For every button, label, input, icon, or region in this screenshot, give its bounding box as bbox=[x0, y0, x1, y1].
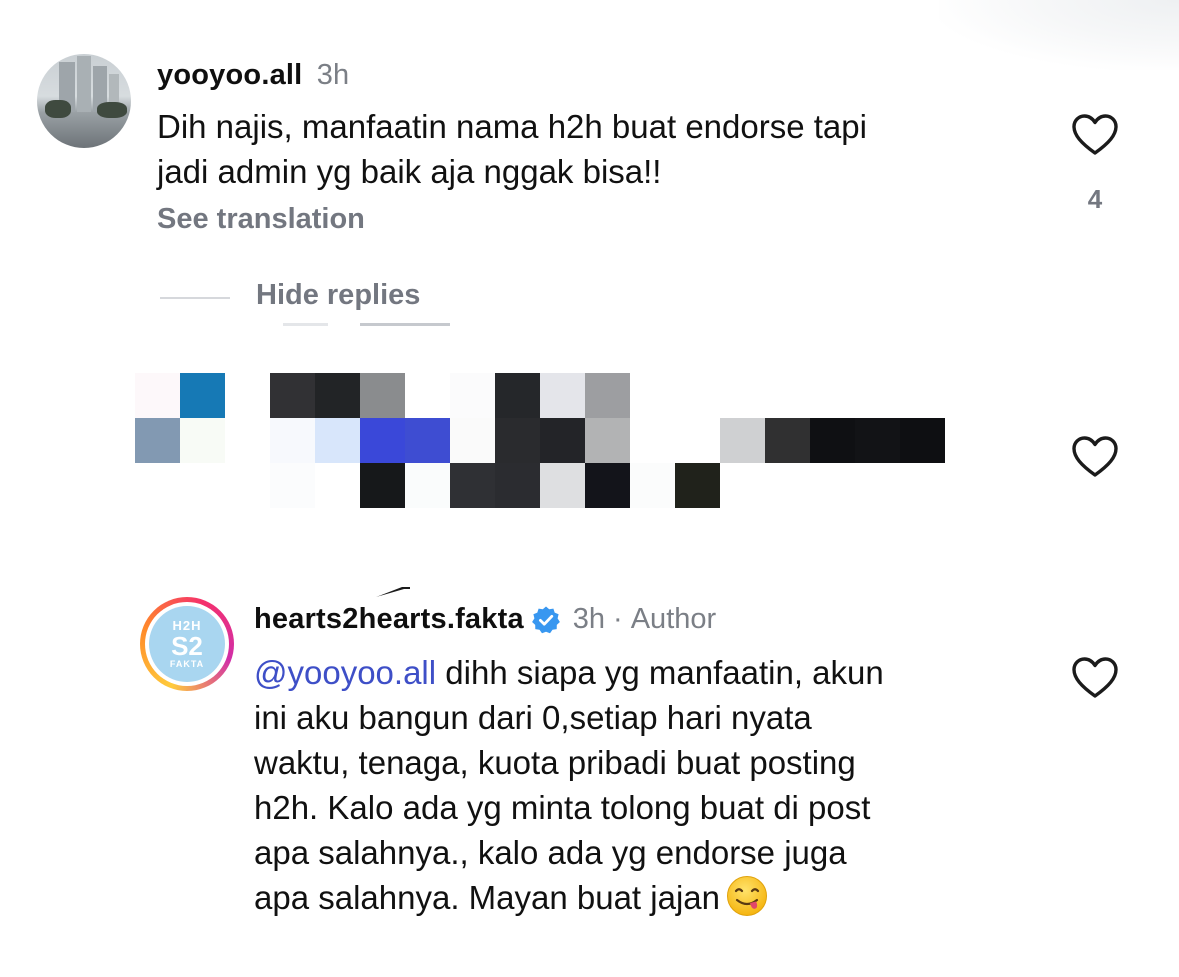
comment-text: Dih najis, manfaatin nama h2h buat endor… bbox=[157, 104, 867, 194]
author-username[interactable]: hearts2hearts.fakta bbox=[254, 603, 524, 636]
comment-text-line: jadi admin yg baik aja nggak bisa!! bbox=[157, 153, 662, 190]
like-button[interactable] bbox=[1071, 435, 1119, 484]
comment-text-line: waktu, tenaga, kuota pribadi buat postin… bbox=[254, 744, 856, 781]
comment-text-segment: dihh siapa yg manfaatin, akun bbox=[436, 654, 884, 691]
author-avatar[interactable]: H2H S2 FAKTA bbox=[140, 597, 234, 691]
avatar[interactable] bbox=[37, 54, 131, 148]
comment-text-line: Dih najis, manfaatin nama h2h buat endor… bbox=[157, 108, 867, 145]
like-button[interactable] bbox=[1071, 656, 1119, 705]
author-comment-header: hearts2hearts.fakta 3h · Author bbox=[254, 603, 716, 636]
comment-text-line: apa salahnya. Mayan buat jajan bbox=[254, 875, 884, 920]
logo-text-middle: S2 bbox=[171, 631, 203, 661]
hide-replies-underline bbox=[360, 323, 450, 326]
author-logo: H2H S2 FAKTA bbox=[149, 606, 225, 682]
username-text[interactable]: yooyoo.all bbox=[157, 59, 302, 91]
comment-text-segment: apa salahnya. Mayan buat jajan bbox=[254, 879, 720, 916]
comment-time: 3h bbox=[316, 59, 350, 91]
face-savoring-food-emoji bbox=[727, 876, 767, 916]
comment-username[interactable]: yooyoo.all 3h bbox=[157, 59, 349, 92]
comment-text-line: ini aku bangun dari 0,setiap hari nyata bbox=[254, 699, 812, 736]
heart-outline-icon bbox=[1072, 114, 1118, 155]
scroll-indicator bbox=[283, 323, 328, 326]
comment-text-line: h2h. Kalo ada yg minta tolong buat di po… bbox=[254, 789, 871, 826]
comment-time: 3h bbox=[572, 603, 606, 635]
logo-text-bottom: FAKTA bbox=[169, 659, 205, 669]
tick-mark bbox=[376, 587, 410, 597]
author-comment-text: @yooyoo.all dihh siapa yg manfaatin, aku… bbox=[254, 650, 884, 920]
like-button[interactable] bbox=[1071, 113, 1119, 162]
replies-divider bbox=[160, 297, 230, 299]
separator-dot: · bbox=[613, 603, 623, 635]
mention-link[interactable]: @yooyoo.all bbox=[254, 654, 436, 691]
heart-outline-icon bbox=[1072, 436, 1118, 477]
hide-replies-button[interactable]: Hide replies bbox=[256, 279, 420, 312]
heart-outline-icon bbox=[1072, 657, 1118, 698]
verified-badge-icon bbox=[531, 606, 560, 633]
see-translation-button[interactable]: See translation bbox=[157, 203, 365, 236]
author-label: Author bbox=[630, 603, 717, 635]
background-fade bbox=[939, 0, 1179, 70]
like-count: 4 bbox=[1087, 184, 1103, 214]
comment-text-line: @yooyoo.all dihh siapa yg manfaatin, aku… bbox=[254, 650, 884, 695]
comment-text-line: apa salahnya., kalo ada yg endorse juga bbox=[254, 834, 847, 871]
